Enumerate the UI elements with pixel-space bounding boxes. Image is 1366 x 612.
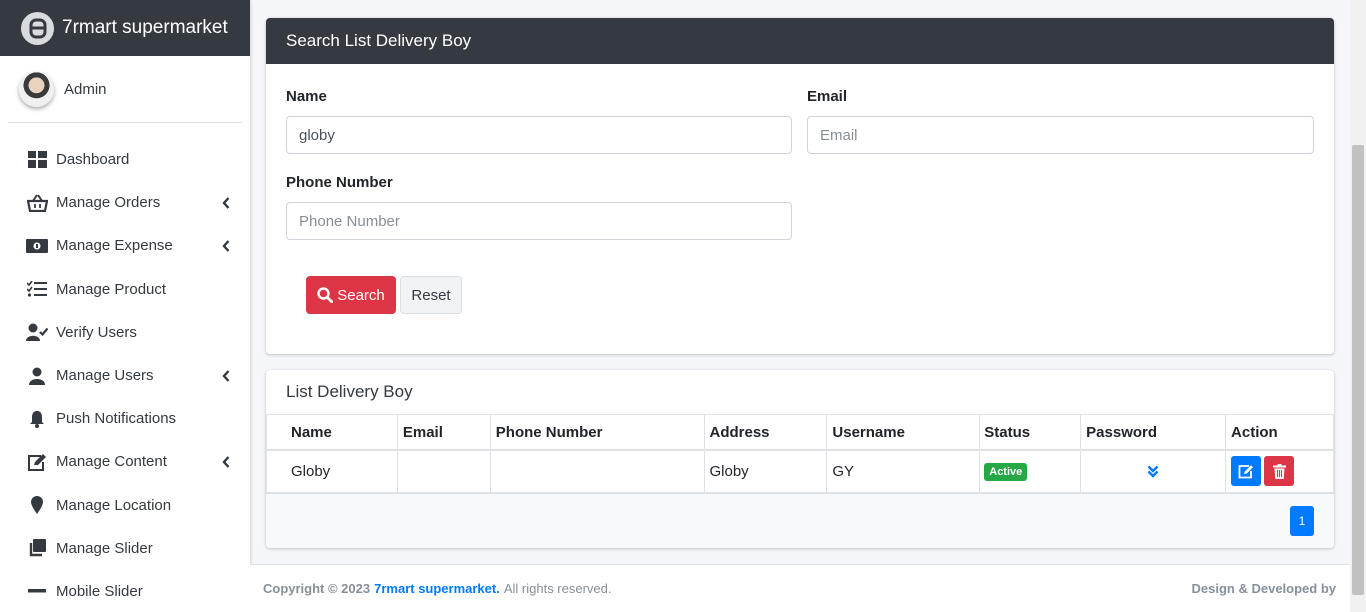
pagination-page-1[interactable]: 1	[1290, 506, 1314, 536]
column-header[interactable]: Action	[1225, 415, 1334, 451]
edit-icon	[1238, 464, 1254, 479]
sidebar-item-manage-users[interactable]: Manage Users	[0, 354, 250, 397]
chevron-left-icon	[220, 456, 232, 468]
sidebar-item-manage-location[interactable]: Manage Location	[0, 484, 250, 527]
sidebar-item-label: Push Notifications	[56, 410, 177, 428]
page-footer: Copyright © 2023 7rmart supermarket. All…	[250, 564, 1350, 612]
sidebar-item-label: Verify Users	[56, 323, 137, 341]
sidebar-item-manage-slider[interactable]: Manage Slider	[0, 527, 250, 570]
clone-icon	[26, 538, 48, 558]
sidebar-item-label: Manage Content	[56, 453, 167, 471]
column-header[interactable]: Password	[1080, 415, 1227, 451]
sidebar-item-label: Dashboard	[56, 151, 130, 169]
column-header[interactable]: Username	[826, 415, 981, 451]
sidebar-item-label: Manage Location	[56, 496, 172, 514]
cell-username: GY	[826, 449, 981, 493]
chevron-left-icon	[220, 196, 232, 209]
pagination-area: 1	[266, 493, 1334, 548]
bell-icon	[26, 409, 48, 429]
edit-button[interactable]	[1231, 456, 1262, 487]
user-check-icon	[26, 322, 48, 342]
sidebar-item-manage-content[interactable]: Manage Content	[0, 440, 250, 483]
user-panel[interactable]: Admin	[8, 56, 242, 123]
sidebar-item-verify-users[interactable]: Verify Users	[0, 311, 250, 354]
sidebar-item-dashboard[interactable]: Dashboard	[0, 138, 250, 181]
column-header[interactable]: Name	[266, 415, 398, 451]
footer-brand-link[interactable]: 7rmart supermarket.	[374, 581, 500, 596]
column-header[interactable]: Address	[703, 415, 828, 451]
user-name: Admin	[64, 80, 107, 98]
email-label: Email	[807, 88, 848, 105]
name-label: Name	[286, 88, 327, 105]
chevron-left-icon	[220, 240, 232, 252]
rights-text: All rights reserved.	[503, 581, 612, 596]
cell-email	[396, 449, 491, 493]
edit-icon	[26, 452, 48, 472]
sidebar-item-label: Manage Expense	[56, 237, 173, 255]
column-header[interactable]: Email	[396, 415, 491, 451]
scrollbar-thumb[interactable]	[1352, 145, 1364, 595]
sidebar: 7rmart supermarket Admin Dashboard Manag…	[0, 0, 250, 612]
sidebar-item-manage-expense[interactable]: Manage Expense	[0, 224, 250, 267]
map-marker-icon	[26, 495, 48, 515]
sidebar-item-label: Manage Slider	[56, 539, 153, 557]
avatar	[19, 71, 54, 107]
sidebar-item-label: Manage Users	[56, 367, 154, 385]
brand-name: 7rmart supermarket	[62, 17, 228, 38]
main-content: Search List Delivery Boy Name Email Phon…	[250, 0, 1350, 612]
list-card: List Delivery Boy Name Email Phone Numbe…	[266, 370, 1334, 548]
chevron-left-icon	[220, 369, 232, 382]
search-button[interactable]: Search	[306, 276, 396, 314]
basket-icon	[26, 193, 48, 213]
user-icon	[26, 366, 48, 386]
sidebar-nav: Dashboard Manage Orders Manage Expense M…	[0, 123, 250, 612]
sidebar-item-label: Manage Product	[56, 280, 167, 298]
copyright-text: Copyright © 2023	[263, 581, 371, 596]
sidebar-item-label: Manage Orders	[56, 194, 161, 212]
search-button-label: Search	[337, 286, 385, 304]
brand-logo-icon	[21, 11, 54, 45]
search-icon	[317, 287, 334, 303]
sidebar-item-manage-product[interactable]: Manage Product	[0, 268, 250, 311]
cell-action	[1225, 449, 1334, 493]
cell-phone	[489, 449, 705, 493]
search-card-title: Search List Delivery Boy	[266, 18, 1334, 64]
sidebar-item-manage-orders[interactable]: Manage Orders	[0, 181, 250, 224]
list-card-title: List Delivery Boy	[266, 370, 1334, 415]
design-developed-text: Design & Developed by	[1191, 581, 1336, 596]
table-row: Globy Globy GY Active	[266, 449, 1334, 493]
trash-icon	[1272, 463, 1286, 479]
delivery-boy-table: Name Email Phone Number Address Username…	[266, 415, 1334, 493]
cell-status: Active	[979, 449, 1082, 493]
minus-icon	[26, 581, 48, 601]
column-header[interactable]: Phone Number	[489, 415, 705, 451]
search-card: Search List Delivery Boy Name Email Phon…	[266, 18, 1334, 354]
phone-number-input[interactable]	[286, 202, 792, 240]
phone-number-label: Phone Number	[286, 174, 393, 191]
list-check-icon	[26, 279, 48, 299]
sidebar-item-mobile-slider[interactable]: Mobile Slider	[0, 570, 250, 612]
sidebar-item-label: Mobile Slider	[56, 582, 143, 600]
table-header-row: Name Email Phone Number Address Username…	[266, 415, 1334, 451]
name-input[interactable]	[286, 116, 792, 154]
status-badge[interactable]: Active	[984, 462, 1028, 481]
sidebar-item-push-notifications[interactable]: Push Notifications	[0, 397, 250, 440]
vertical-scrollbar[interactable]	[1350, 0, 1366, 612]
money-icon	[26, 236, 48, 256]
delete-button[interactable]	[1264, 456, 1295, 487]
angle-double-down-icon[interactable]	[1147, 465, 1159, 478]
email-input[interactable]	[807, 116, 1314, 154]
cell-password	[1080, 449, 1227, 493]
brand-link[interactable]: 7rmart supermarket	[0, 0, 250, 56]
column-header[interactable]: Status	[979, 415, 1082, 451]
cell-name: Globy	[266, 449, 398, 493]
dashboard-icon	[26, 150, 48, 170]
cell-address: Globy	[703, 449, 828, 493]
reset-button[interactable]: Reset	[400, 276, 462, 314]
